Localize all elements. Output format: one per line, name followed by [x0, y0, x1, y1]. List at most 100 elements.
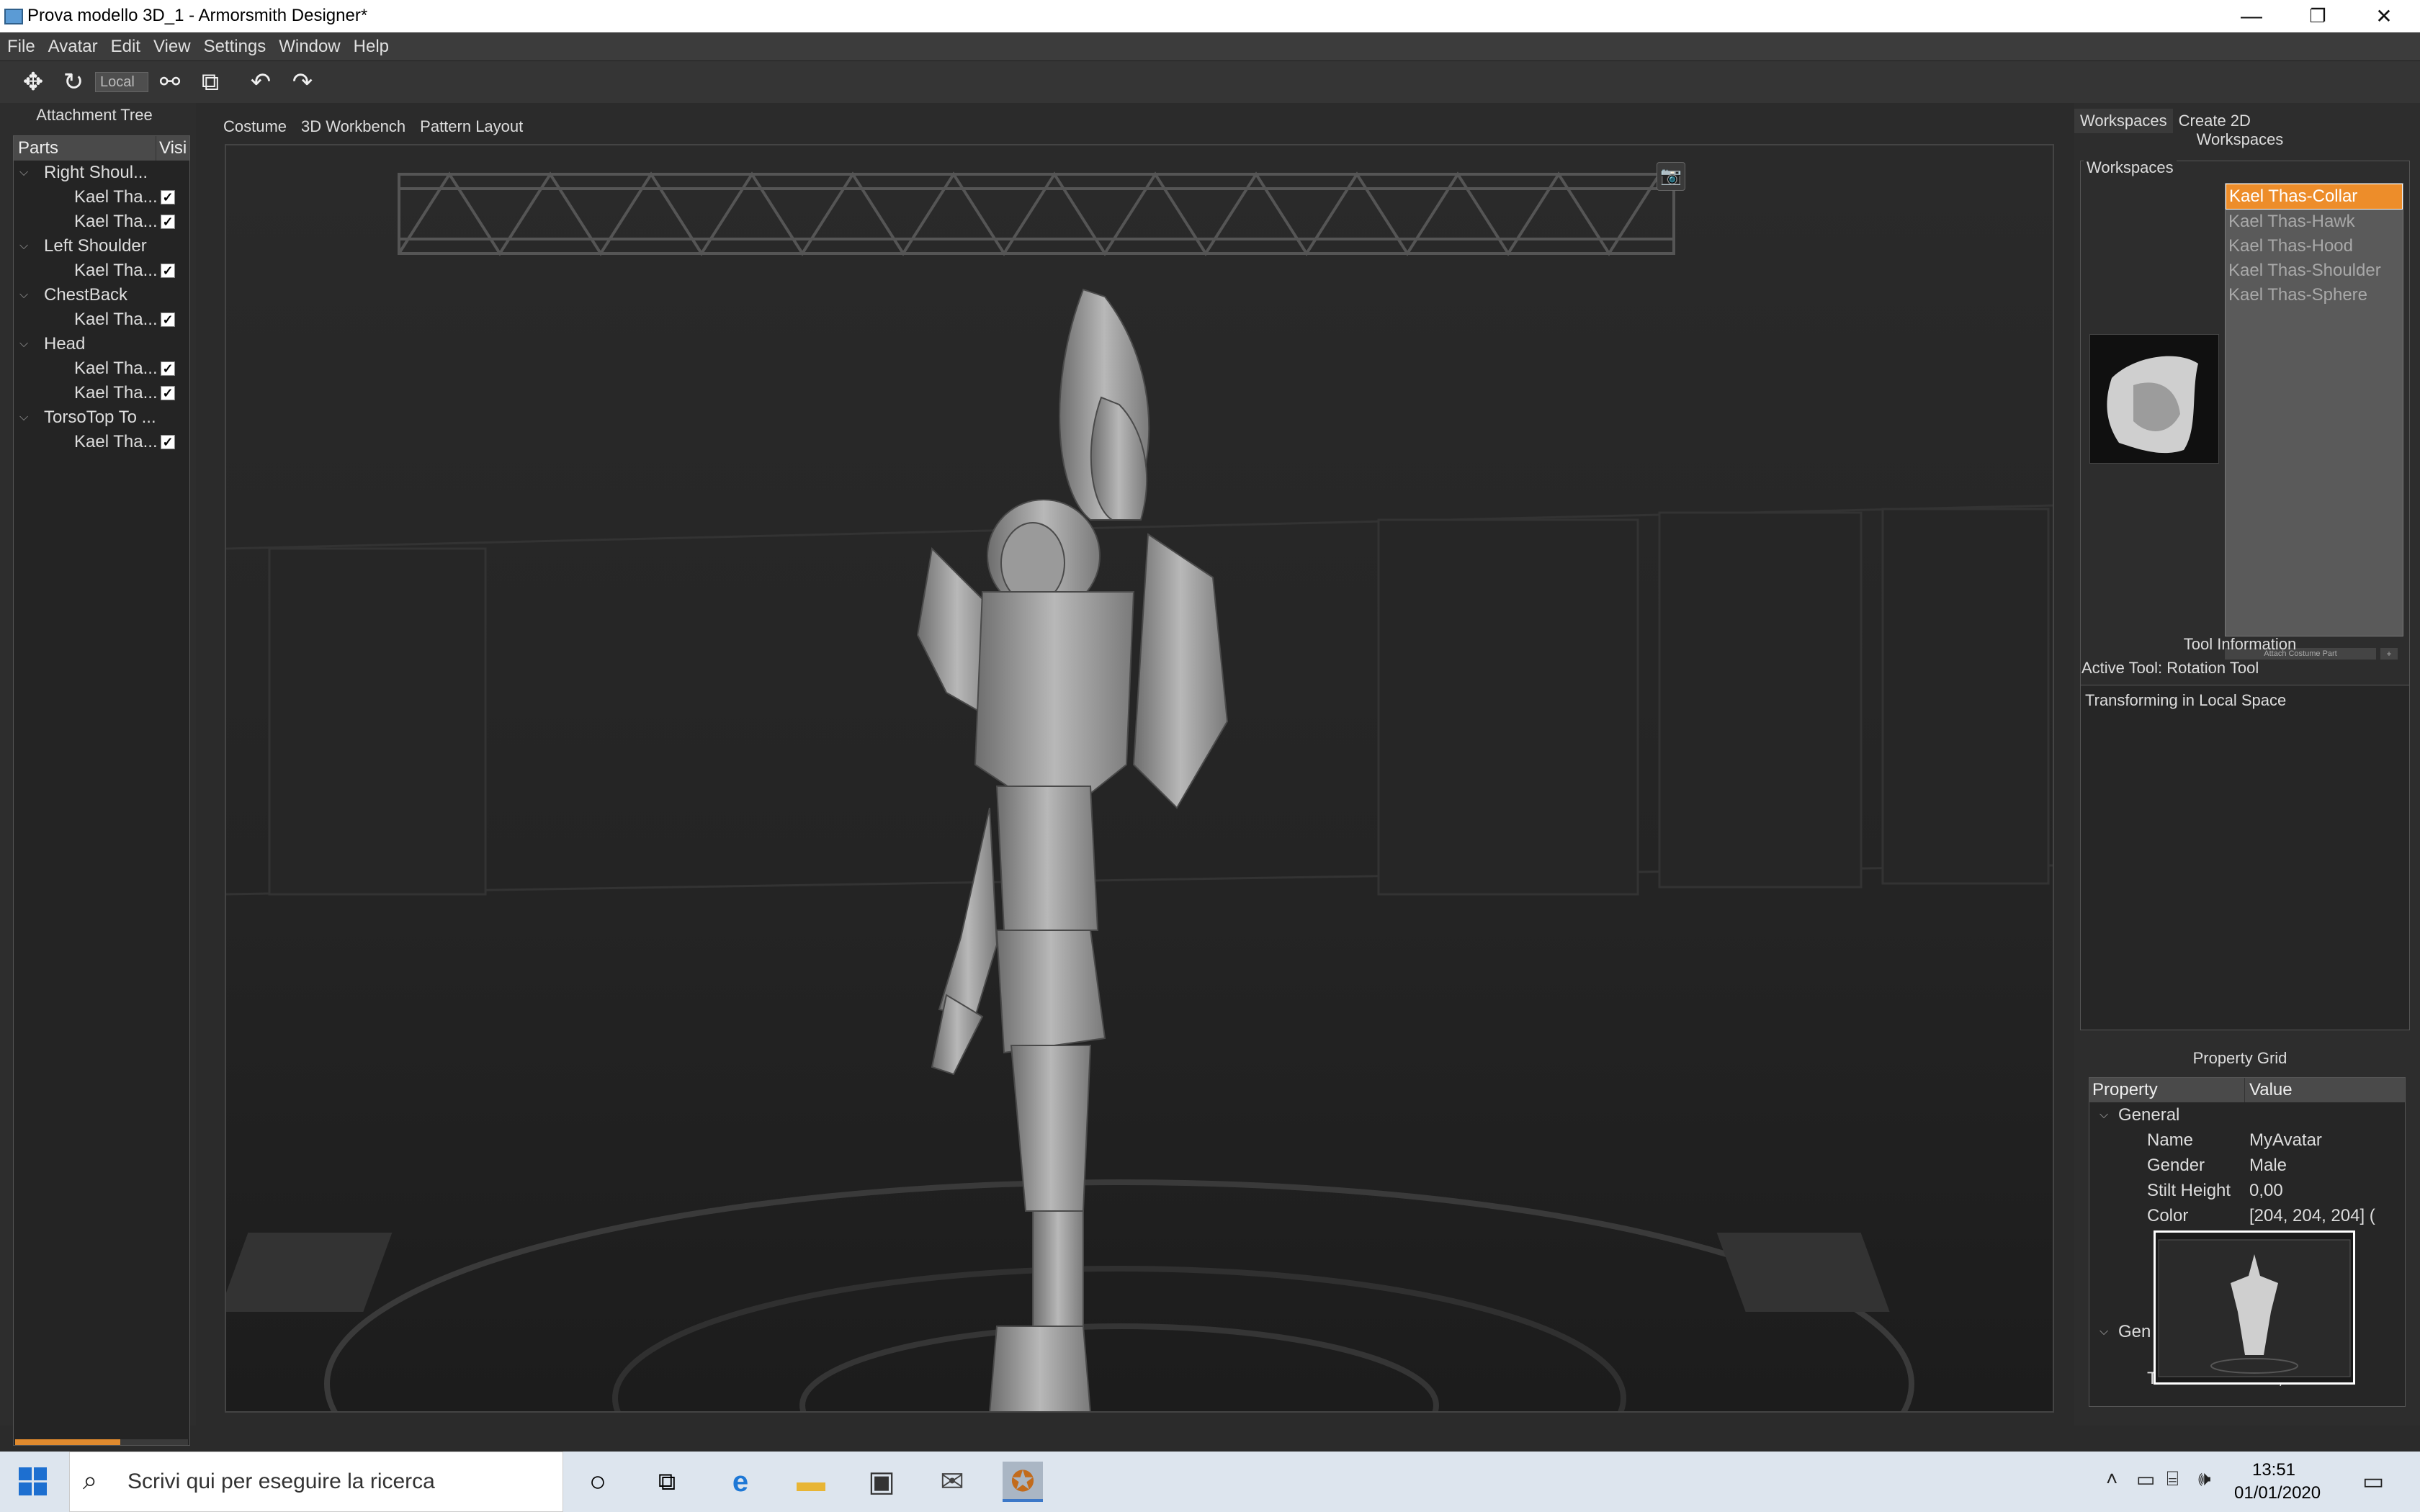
network-icon[interactable]: ⌸ — [2166, 1467, 2179, 1491]
3d-viewport[interactable] — [225, 144, 2054, 1413]
tree-row-label: ChestBack — [44, 285, 128, 305]
close-button[interactable]: ✕ — [2351, 0, 2417, 32]
tree-horizontal-scrollbar[interactable] — [15, 1439, 188, 1445]
property-row[interactable]: Color [204, 204, 204] ( — [2089, 1203, 2405, 1228]
property-row[interactable]: Name MyAvatar — [2089, 1128, 2405, 1153]
app-icon — [4, 9, 23, 24]
property-row[interactable]: Stilt Height 0,00 — [2089, 1178, 2405, 1203]
clock-date: 01/01/2020 — [2234, 1483, 2321, 1503]
visibility-checkbox[interactable]: ✓ — [161, 361, 175, 376]
tree-row-label: Kael Tha... — [74, 432, 158, 451]
attachment-tree: Parts Visi ⌵ Right Shoul... Kael Tha... ✓ Ka… — [13, 135, 190, 1446]
property-value[interactable]: MyAvatar — [2249, 1128, 2322, 1153]
rotate-tool-icon[interactable]: ↻ — [58, 67, 89, 97]
chevron-down-icon[interactable]: ⌵ — [2099, 1319, 2108, 1344]
camera-icon[interactable]: 📷 — [1657, 162, 1685, 191]
tree-group-row[interactable]: ⌵ TorsoTop To ... — [14, 405, 189, 430]
scrollbar-thumb[interactable] — [15, 1439, 120, 1445]
chevron-down-icon[interactable]: ⌵ — [2099, 1102, 2108, 1128]
volume-icon[interactable]: 🕪 — [2198, 1467, 2211, 1491]
group-general[interactable]: ⌵ General — [2089, 1102, 2405, 1128]
undo-icon[interactable]: ↶ — [245, 67, 277, 97]
menu-settings[interactable]: Settings — [197, 32, 272, 61]
restore-button[interactable]: ❐ — [2285, 0, 2351, 32]
property-value[interactable]: Male — [2249, 1153, 2287, 1178]
workspace-item[interactable]: Kael Thas-Sphere — [2226, 283, 2403, 307]
tree-row-label: Right Shoul... — [44, 163, 148, 182]
tree-part-row[interactable]: Kael Tha... ✓ — [14, 381, 189, 405]
tree-group-row[interactable]: ⌵ Head — [14, 332, 189, 356]
workspace-item[interactable]: Kael Thas-Hood — [2226, 234, 2403, 258]
visibility-checkbox[interactable]: ✓ — [161, 190, 175, 204]
workspaces-title: Workspaces — [2196, 130, 2284, 148]
chevron-down-icon[interactable]: ⌵ — [19, 234, 28, 258]
windows-start-icon[interactable] — [19, 1467, 48, 1496]
menu-view[interactable]: View — [146, 32, 197, 61]
minimize-button[interactable]: — — [2218, 0, 2285, 32]
tab-3d-workbench[interactable]: 3D Workbench — [294, 112, 413, 142]
workspace-item[interactable]: Kael Thas-Hawk — [2226, 210, 2403, 234]
battery-icon[interactable]: ▭ — [2136, 1467, 2155, 1491]
property-row[interactable]: Gender Male — [2089, 1153, 2405, 1178]
tree-row-label: Kael Tha... — [74, 212, 158, 231]
menu-edit[interactable]: Edit — [104, 32, 146, 61]
collar-preview-image — [2107, 356, 2198, 454]
tree-group-row[interactable]: ⌵ ChestBack — [14, 283, 189, 307]
redo-icon[interactable]: ↷ — [287, 67, 318, 97]
edge-browser-icon[interactable]: e — [720, 1462, 761, 1502]
task-view-icon[interactable]: ⧉ — [647, 1462, 687, 1502]
cortana-icon[interactable]: ○ — [578, 1462, 618, 1502]
menu-help[interactable]: Help — [346, 32, 395, 61]
taskbar-search[interactable]: ⌕ Scrivi qui per eseguire la ricerca — [69, 1452, 563, 1512]
tree-part-row[interactable]: Kael Tha... ✓ — [14, 258, 189, 283]
armorsmith-app-icon[interactable]: ✪ — [1003, 1462, 1043, 1502]
chevron-up-icon[interactable]: ˄ — [2106, 1467, 2118, 1490]
workspace-item[interactable]: Kael Thas-Shoulder — [2226, 258, 2403, 283]
visible-column-header[interactable]: Visi — [156, 136, 189, 161]
visibility-checkbox[interactable]: ✓ — [161, 215, 175, 229]
property-column-header[interactable]: Property — [2089, 1078, 2245, 1102]
parts-column-header[interactable]: Parts — [14, 136, 156, 161]
tree-group-row[interactable]: ⌵ Right Shoul... — [14, 161, 189, 185]
tree-row-label: TorsoTop To ... — [44, 408, 156, 427]
menu-file[interactable]: File — [0, 32, 41, 61]
file-explorer-icon[interactable]: ▬ — [791, 1462, 831, 1502]
property-key: Gender — [2147, 1156, 2205, 1175]
visibility-checkbox[interactable]: ✓ — [161, 435, 175, 449]
visibility-checkbox[interactable]: ✓ — [161, 312, 175, 327]
value-column-header[interactable]: Value — [2245, 1078, 2405, 1102]
menu-bar: File Avatar Edit View Settings Window Help — [0, 32, 2420, 61]
chevron-down-icon[interactable]: ⌵ — [19, 283, 28, 307]
store-icon[interactable]: ▣ — [861, 1462, 902, 1502]
tree-part-row[interactable]: Kael Tha... ✓ — [14, 307, 189, 332]
workspace-item[interactable]: Kael Thas-Collar — [2226, 184, 2403, 210]
tree-part-row[interactable]: Kael Tha... ✓ — [14, 185, 189, 210]
property-value[interactable]: 0,00 — [2249, 1178, 2283, 1203]
chevron-down-icon[interactable]: ⌵ — [19, 405, 28, 430]
system-clock[interactable]: 13:51 01/01/2020 — [2234, 1459, 2321, 1505]
tree-part-row[interactable]: Kael Tha... ✓ — [14, 356, 189, 381]
menu-avatar[interactable]: Avatar — [41, 32, 104, 61]
mail-icon[interactable]: ✉ — [932, 1462, 972, 1502]
tree-row-label: Kael Tha... — [74, 383, 158, 402]
notifications-icon[interactable]: ▭ — [2362, 1467, 2384, 1495]
workspaces-list: Kael Thas-Collar Kael Thas-Hawk Kael Thas-… — [2225, 183, 2403, 636]
tool-information-box: Transforming in Local Space — [2080, 685, 2410, 1030]
move-tool-icon[interactable]: ✥ — [17, 67, 49, 97]
menu-window[interactable]: Window — [272, 32, 346, 61]
tab-costume[interactable]: Costume — [216, 112, 295, 142]
tab-pattern-layout[interactable]: Pattern Layout — [413, 112, 530, 142]
tree-part-row[interactable]: Kael Tha... ✓ — [14, 430, 189, 454]
chevron-down-icon[interactable]: ⌵ — [19, 332, 28, 356]
visibility-checkbox[interactable]: ✓ — [161, 264, 175, 278]
chevron-down-icon[interactable]: ⌵ — [19, 161, 28, 185]
tree-part-row[interactable]: Kael Tha... ✓ — [14, 210, 189, 234]
visibility-checkbox[interactable]: ✓ — [161, 386, 175, 400]
workspace-thumbnail — [2089, 334, 2219, 464]
tree-group-row[interactable]: ⌵ Left Shoulder — [14, 234, 189, 258]
transform-space-field[interactable]: Local — [95, 72, 148, 92]
property-value[interactable]: [204, 204, 204] ( — [2249, 1203, 2375, 1228]
link-icon[interactable]: ⚯ — [154, 67, 186, 97]
external-link-icon[interactable]: ⧉ — [194, 67, 226, 97]
workspaces-group-label: Workspaces — [2084, 158, 2177, 177]
